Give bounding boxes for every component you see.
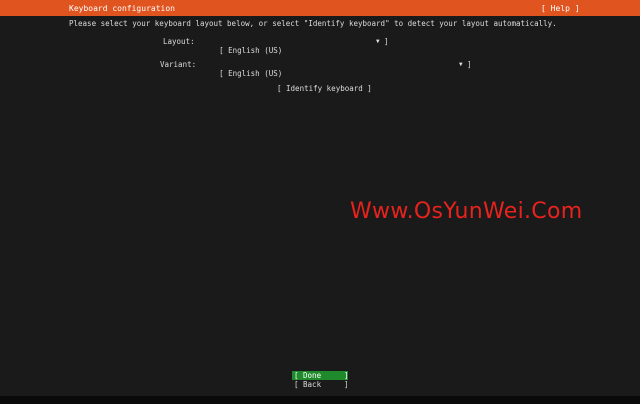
page-title: Keyboard configuration bbox=[69, 4, 175, 13]
layout-label: Layout: bbox=[163, 37, 195, 46]
help-button[interactable]: [ Help ] bbox=[541, 4, 580, 13]
layout-select[interactable]: [ English (US) ▼ ] bbox=[201, 37, 389, 55]
back-button[interactable]: [ Back ] bbox=[292, 380, 349, 389]
back-button-label: [ Back bbox=[294, 380, 322, 389]
variant-label: Variant: bbox=[160, 60, 197, 69]
title-bar: Keyboard configuration [ Help ] bbox=[0, 0, 640, 16]
layout-select-bracket: ] bbox=[384, 37, 389, 46]
variant-select-bracket: ] bbox=[467, 60, 472, 69]
variant-select[interactable]: [ English (US) ▼ ] bbox=[201, 60, 472, 78]
instructions-text: Please select your keyboard layout below… bbox=[69, 19, 557, 28]
done-button-bracket: ] bbox=[344, 371, 349, 380]
installer-screen: Keyboard configuration [ Help ] Please s… bbox=[0, 0, 640, 404]
chevron-down-icon: ▼ bbox=[376, 38, 380, 45]
bottom-bar bbox=[0, 396, 640, 404]
identify-keyboard-button[interactable]: [ Identify keyboard ] bbox=[277, 84, 372, 93]
back-button-bracket: ] bbox=[344, 380, 349, 389]
watermark: Www.OsYunWei.Com bbox=[350, 199, 583, 224]
done-button[interactable]: [ Done ] bbox=[292, 371, 349, 380]
layout-select-value: [ English (US) bbox=[219, 46, 283, 55]
done-button-label: [ Done bbox=[294, 371, 322, 380]
chevron-down-icon: ▼ bbox=[459, 61, 463, 68]
variant-select-value: [ English (US) bbox=[219, 69, 283, 78]
